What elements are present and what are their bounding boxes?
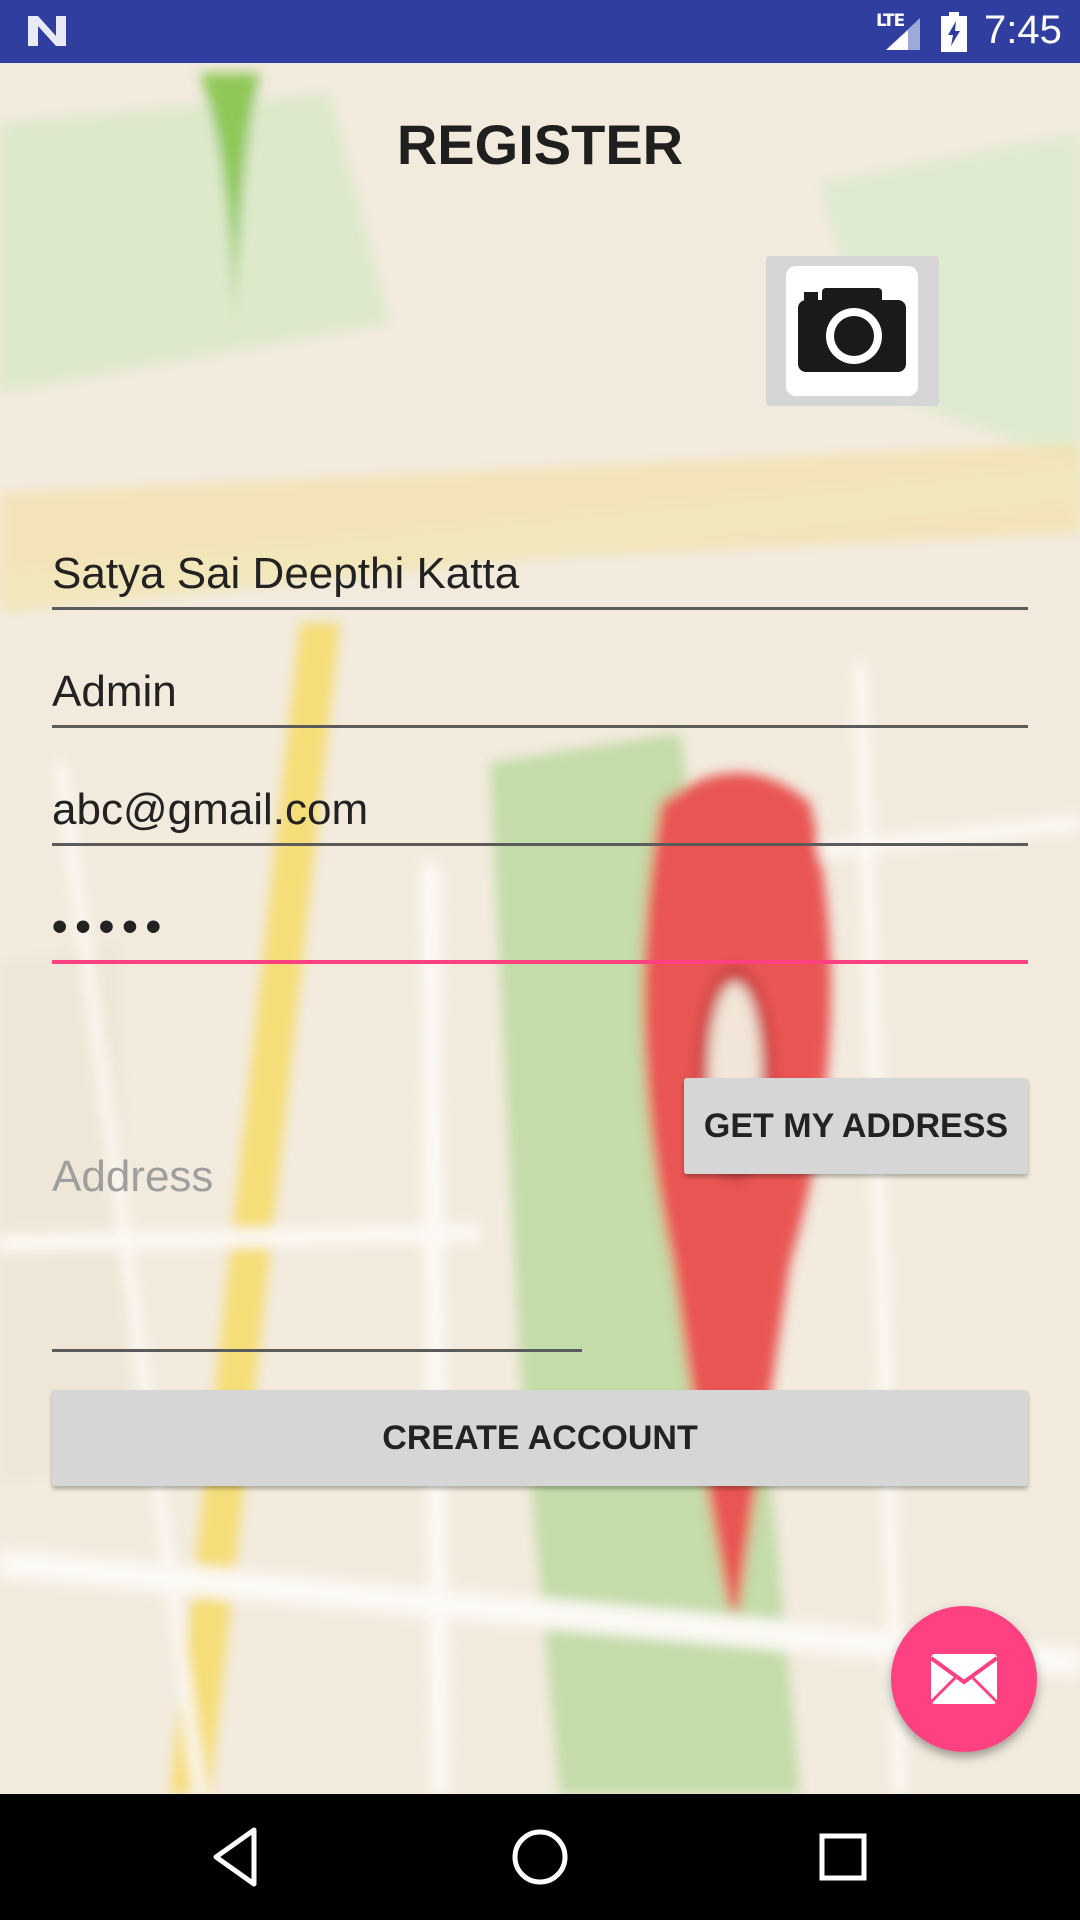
password-field[interactable] (52, 884, 1028, 964)
camera-icon (798, 288, 906, 372)
page-title: REGISTER (396, 113, 684, 176)
mail-fab-button[interactable] (891, 1606, 1037, 1752)
battery-icon (941, 12, 967, 52)
status-bar: LTE 7:45 (0, 0, 1080, 63)
name-field[interactable] (52, 530, 1028, 610)
back-icon[interactable] (204, 1824, 270, 1890)
camera-button[interactable] (766, 256, 939, 406)
address-field[interactable] (52, 1140, 582, 1352)
role-field[interactable] (52, 648, 1028, 728)
email-field[interactable] (52, 766, 1028, 846)
mail-icon (929, 1654, 999, 1704)
role-input[interactable] (52, 667, 1028, 717)
password-input[interactable] (52, 902, 1028, 952)
address-input[interactable] (52, 1152, 582, 1332)
clock: 7:45 (984, 8, 1062, 52)
get-my-address-button[interactable]: GET MY ADDRESS (684, 1078, 1028, 1174)
notification-n-icon (28, 16, 66, 46)
signal-icon (886, 18, 920, 50)
email-input[interactable] (52, 785, 1028, 835)
recent-apps-icon[interactable] (810, 1824, 876, 1890)
camera-button-face (786, 266, 918, 396)
navigation-bar (0, 1794, 1080, 1920)
create-account-button[interactable]: CREATE ACCOUNT (52, 1390, 1028, 1486)
home-icon[interactable] (507, 1824, 573, 1890)
name-input[interactable] (52, 549, 1028, 599)
